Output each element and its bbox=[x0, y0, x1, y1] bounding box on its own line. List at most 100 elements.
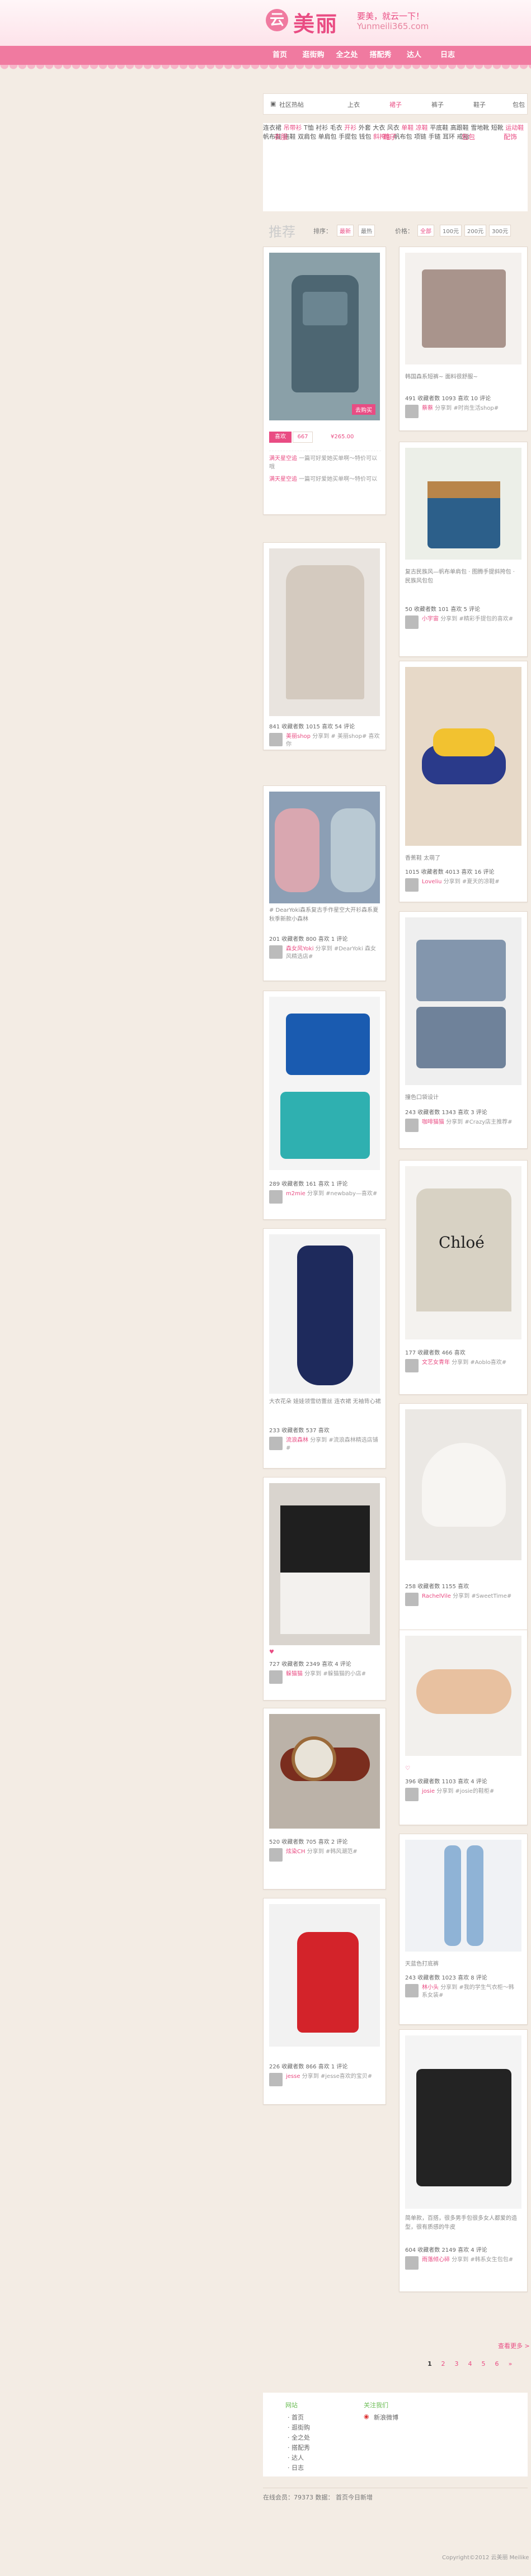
user-name[interactable]: 森女风Yoki bbox=[286, 946, 313, 952]
page-link[interactable]: 2 bbox=[439, 2360, 448, 2367]
subnav-item-bags[interactable]: 包包 bbox=[513, 100, 525, 109]
product-card[interactable]: ♥ 727 收藏者数 2349 喜欢 4 评论 躲猫猫 分享到 #躲猫猫的小店# bbox=[263, 1477, 386, 1701]
category-link[interactable]: 吊带衫 bbox=[284, 124, 302, 131]
user-name[interactable]: 躲猫猫 bbox=[286, 1671, 303, 1677]
category-link[interactable]: 双肩包 bbox=[298, 133, 316, 140]
category-link[interactable]: 项链 bbox=[414, 133, 426, 140]
more-link[interactable]: 查看更多 > bbox=[498, 2341, 530, 2350]
avatar[interactable] bbox=[405, 1359, 419, 1372]
user-name[interactable]: 蔡蔡 bbox=[422, 405, 433, 411]
comment-user[interactable]: 满天星空追 bbox=[269, 456, 297, 462]
avatar[interactable] bbox=[269, 1670, 283, 1684]
subnav-item-tops[interactable]: 上衣 bbox=[347, 100, 360, 109]
page-link[interactable]: 6 bbox=[492, 2360, 501, 2367]
category-link[interactable]: 耳环 bbox=[443, 133, 455, 140]
product-card[interactable]: 226 收藏者数 866 喜欢 1 评论 jesse 分享到 #jesse喜欢的… bbox=[263, 1898, 386, 2105]
nav-item-experts[interactable]: 达人 bbox=[397, 46, 431, 65]
user-name[interactable]: 林小头 bbox=[422, 1985, 439, 1991]
category-link[interactable]: 单鞋 bbox=[401, 124, 413, 131]
product-card[interactable]: 韩国森系短裤~ 面料很舒服~ 491 收藏者数 1093 喜欢 10 评论 蔡蔡… bbox=[399, 247, 528, 431]
nav-item-blog[interactable]: 日志 bbox=[431, 46, 464, 65]
user-name[interactable]: jesse bbox=[286, 2073, 300, 2080]
avatar[interactable] bbox=[405, 1984, 419, 1997]
subnav-item-pants[interactable]: 裤子 bbox=[431, 100, 444, 109]
product-image[interactable] bbox=[269, 792, 380, 903]
product-card[interactable]: 复古民族风—帆布单肩包 · 图腾手提斜挎包 · 民族风包包 50 收藏者数 10… bbox=[399, 442, 528, 657]
category-link[interactable]: 短靴 bbox=[491, 124, 504, 131]
category-link[interactable]: 手提包 bbox=[339, 133, 357, 140]
subnav-item-skirts[interactable]: 裙子 bbox=[389, 100, 402, 109]
product-image[interactable] bbox=[269, 1714, 380, 1829]
avatar[interactable] bbox=[405, 405, 419, 418]
category-head[interactable]: 鞋子 bbox=[383, 132, 397, 141]
category-link[interactable]: 风衣 bbox=[387, 124, 400, 131]
product-image[interactable] bbox=[405, 448, 521, 560]
product-image[interactable] bbox=[405, 667, 521, 846]
logo-text[interactable]: 美丽 bbox=[293, 7, 338, 37]
nav-item-shopping[interactable]: 逛街购 bbox=[297, 46, 330, 65]
product-card[interactable]: 撞色口袋设计 243 收藏者数 1343 喜欢 3 评论 咖啡猫猫 分享到 #C… bbox=[399, 911, 528, 1149]
avatar[interactable] bbox=[405, 1119, 419, 1132]
subnav-item-hot[interactable]: 社区热帖 bbox=[279, 100, 304, 109]
price-option-200[interactable]: 200元 bbox=[464, 225, 487, 236]
footer-link[interactable]: · 逛街购 bbox=[288, 2423, 310, 2432]
subnav-item-shoes[interactable]: 鞋子 bbox=[473, 100, 486, 109]
user-name[interactable]: josie bbox=[422, 1788, 435, 1794]
category-link[interactable]: 高跟鞋 bbox=[450, 124, 469, 131]
category-link[interactable]: 平底鞋 bbox=[430, 124, 448, 131]
category-link[interactable]: 手链 bbox=[429, 133, 441, 140]
footer-link[interactable]: · 首页 bbox=[288, 2413, 304, 2422]
avatar[interactable] bbox=[269, 1190, 283, 1204]
category-link[interactable]: 开衫 bbox=[344, 124, 356, 131]
product-card[interactable]: 520 收藏者数 705 喜欢 2 评论 炫染CH 分享到 #韩风潮范# bbox=[263, 1708, 386, 1890]
product-image[interactable] bbox=[269, 1234, 380, 1394]
sort-option-newest[interactable]: 最新 bbox=[337, 225, 354, 236]
user-name[interactable]: 雨落倾心碎 bbox=[422, 2257, 450, 2263]
like-button[interactable]: 喜欢 bbox=[269, 432, 292, 443]
page-link[interactable]: 3 bbox=[452, 2360, 461, 2367]
product-card[interactable]: 289 收藏者数 161 喜欢 1 评论 m2mie 分享到 #newbaby—… bbox=[263, 991, 386, 1220]
comment-user[interactable]: 满天星空追 bbox=[269, 476, 297, 482]
product-image[interactable] bbox=[269, 1483, 380, 1645]
category-link[interactable]: 大衣 bbox=[373, 124, 385, 131]
price-option-300[interactable]: 300元 bbox=[489, 225, 511, 236]
category-link[interactable]: T恤 bbox=[304, 124, 314, 131]
product-card[interactable]: Chloé 177 收藏者数 466 喜欢 文艺女青年 分享到 #Aoblo喜欢… bbox=[399, 1160, 528, 1395]
user-name[interactable]: 文艺女青年 bbox=[422, 1360, 450, 1366]
user-name[interactable]: 流浪森林 bbox=[286, 1437, 308, 1443]
avatar[interactable] bbox=[405, 878, 419, 892]
footer-link[interactable]: 新浪微博 bbox=[374, 2413, 398, 2422]
product-card[interactable]: 去购买 喜欢 667 ¥265.00 满天星空追 一篇可好爱她买单啊～特价可以哦… bbox=[263, 247, 386, 515]
category-link[interactable]: 凉鞋 bbox=[416, 124, 428, 131]
avatar[interactable] bbox=[405, 615, 419, 629]
footer-link[interactable]: · 搭配秀 bbox=[288, 2443, 310, 2452]
category-link[interactable]: 外套 bbox=[359, 124, 371, 131]
user-name[interactable]: 炫染CH bbox=[286, 1849, 306, 1855]
category-link[interactable]: 钱包 bbox=[359, 133, 372, 140]
category-head[interactable]: 配饰 bbox=[504, 132, 517, 141]
user-name[interactable]: m2mie bbox=[286, 1191, 306, 1197]
category-link[interactable]: 衬衫 bbox=[316, 124, 328, 131]
avatar[interactable] bbox=[269, 945, 283, 959]
product-card[interactable]: 大衣花朵 娃娃领雪纺蕾丝 连衣裙 无袖背心裙 233 收藏者数 537 喜欢 流… bbox=[263, 1228, 386, 1469]
avatar[interactable] bbox=[405, 1788, 419, 1801]
user-name[interactable]: 咖啡猫猫 bbox=[422, 1119, 444, 1125]
footer-link[interactable]: · 全之处 bbox=[288, 2433, 310, 2442]
footer-link[interactable]: · 日志 bbox=[288, 2463, 304, 2472]
page-link[interactable]: 4 bbox=[466, 2360, 474, 2367]
product-image[interactable] bbox=[269, 1904, 380, 2047]
nav-item-places[interactable]: 全之处 bbox=[330, 46, 364, 65]
category-head[interactable]: 包包 bbox=[462, 132, 475, 141]
avatar[interactable] bbox=[269, 733, 283, 746]
category-link[interactable]: 毛衣 bbox=[330, 124, 342, 131]
category-link[interactable]: 单肩包 bbox=[318, 133, 337, 140]
product-card[interactable]: 258 收藏者数 1155 喜欢 RachelVile 分享到 #SweetTi… bbox=[399, 1403, 528, 1638]
product-image[interactable]: Chloé bbox=[405, 1166, 521, 1339]
product-image[interactable] bbox=[405, 253, 521, 364]
buy-badge[interactable]: 去购买 bbox=[352, 404, 375, 415]
price-option-all[interactable]: 全部 bbox=[417, 225, 434, 236]
nav-item-outfits[interactable]: 搭配秀 bbox=[364, 46, 397, 65]
product-image[interactable] bbox=[405, 2035, 521, 2209]
product-image[interactable] bbox=[405, 917, 521, 1085]
avatar[interactable] bbox=[269, 2073, 283, 2086]
